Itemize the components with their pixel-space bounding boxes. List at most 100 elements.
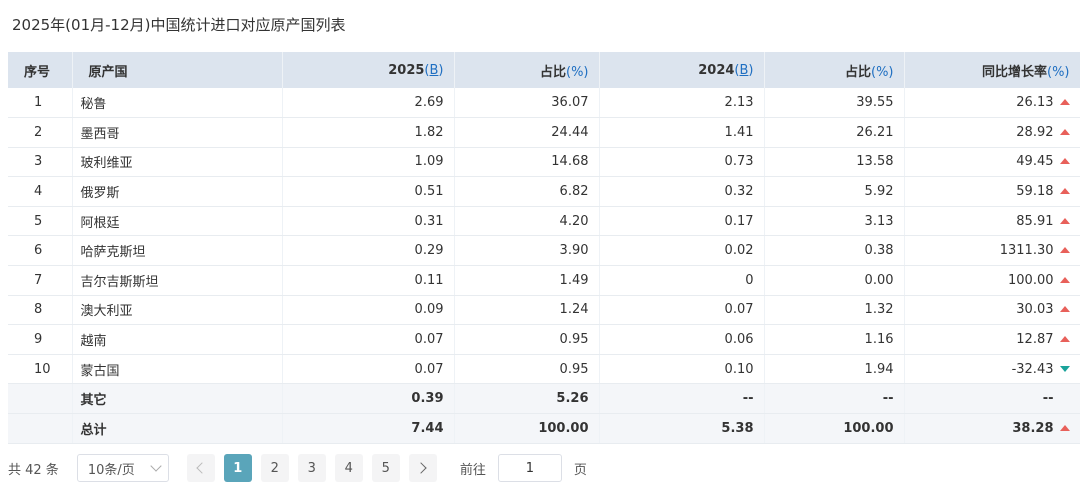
triangle-up-icon — [1059, 247, 1070, 254]
next-page-button[interactable] — [408, 454, 437, 482]
cell-value-2025: 1.09 — [282, 147, 455, 178]
cell-yoy-value: 26.13 — [1016, 95, 1054, 111]
triangle-up-icon — [1059, 158, 1070, 165]
cell-country: 秘鲁 — [72, 88, 283, 119]
cell-index: 6 — [8, 235, 73, 267]
cell-value-2025: 2.69 — [282, 88, 455, 119]
cell-share-2024: 1.32 — [764, 295, 905, 326]
table-row: 10 蒙古国 0.07 0.95 0.10 1.94 -32.43 — [8, 354, 1080, 385]
header-share-2025-label: 占比 — [539, 64, 566, 80]
prev-page-button[interactable] — [186, 454, 215, 482]
table-header-row: 序号 原产国 2025(B) 占比(%) 2024(B) 占比(%) 同比增长率… — [8, 52, 1080, 88]
chevron-left-icon — [196, 462, 208, 474]
cell-index: 8 — [8, 295, 73, 326]
table-row: 5 阿根廷 0.31 4.20 0.17 3.13 85.91 — [8, 206, 1080, 237]
cell-country: 玻利维亚 — [72, 147, 283, 178]
table-row: 8 澳大利亚 0.09 1.24 0.07 1.32 30.03 — [8, 295, 1080, 326]
header-value-2025: 2025(B) — [282, 52, 455, 88]
header-value-2024: 2024(B) — [599, 52, 765, 88]
triangle-up-icon — [1059, 217, 1070, 224]
cell-value-2024: 1.41 — [599, 117, 765, 148]
cell-index-empty — [8, 383, 73, 415]
cell-country: 俄罗斯 — [72, 176, 283, 207]
cell-share-2025: 3.90 — [454, 235, 600, 267]
cell-share-2025: 36.07 — [454, 88, 600, 119]
cell-share-2025: 24.44 — [454, 117, 600, 148]
cell-country: 越南 — [72, 324, 283, 355]
cell-share-2025: 0.95 — [454, 324, 600, 355]
cell-yoy: 59.18 — [904, 176, 1080, 207]
cell-share-2024: 0.38 — [764, 235, 905, 267]
cell-yoy: -32.43 — [904, 354, 1080, 385]
header-value-2025-year: 2025 — [388, 62, 425, 78]
cell-value-2024: 0.07 — [599, 295, 765, 326]
cell-yoy-value: 49.45 — [1016, 154, 1054, 170]
cell-share-2024: 1.94 — [764, 354, 905, 385]
cell-total-value-2025: 7.44 — [282, 413, 455, 444]
cell-value-2024: 0.06 — [599, 324, 765, 355]
cell-index: 1 — [8, 88, 73, 119]
cell-share-2024: 39.55 — [764, 88, 905, 119]
data-table: 序号 原产国 2025(B) 占比(%) 2024(B) 占比(%) 同比增长率… — [8, 52, 1080, 444]
header-value-2024-unit[interactable]: (B) — [734, 63, 753, 78]
cell-value-2025: 0.29 — [282, 235, 455, 267]
cell-yoy: 12.87 — [904, 324, 1080, 355]
cell-index: 5 — [8, 206, 73, 237]
total-row: 总计 7.44 100.00 5.38 100.00 38.28 — [8, 413, 1080, 444]
page-button-5[interactable]: 5 — [371, 454, 400, 482]
page-size-value: 10条/页 — [87, 462, 135, 478]
table-row: 9 越南 0.07 0.95 0.06 1.16 12.87 — [8, 324, 1080, 355]
page-size-select[interactable]: 10条/页 — [76, 454, 169, 482]
goto-label: 前往 — [459, 462, 486, 478]
cell-yoy-value: 12.87 — [1016, 332, 1054, 348]
cell-total-yoy: 38.28 — [904, 413, 1080, 444]
cell-yoy: 100.00 — [904, 265, 1080, 296]
unit-link-2024[interactable]: B — [740, 63, 749, 78]
header-yoy: 同比增长率(%) — [904, 52, 1080, 88]
cell-value-2024: 0.10 — [599, 354, 765, 385]
unit-percent-2025: % — [571, 64, 584, 80]
cell-country: 澳大利亚 — [72, 295, 283, 326]
cell-country: 墨西哥 — [72, 117, 283, 148]
cell-country: 蒙古国 — [72, 354, 283, 385]
cell-yoy-value: -32.43 — [1011, 361, 1054, 377]
cell-share-2025: 1.49 — [454, 265, 600, 296]
page-button-4[interactable]: 4 — [334, 454, 363, 482]
cell-value-2024: 0.32 — [599, 176, 765, 207]
cell-yoy-value: 100.00 — [1008, 272, 1054, 288]
header-share-2024-unit: (%) — [870, 64, 894, 80]
page-button-1[interactable]: 1 — [223, 454, 252, 482]
header-yoy-unit: (%) — [1046, 64, 1070, 80]
cell-total-yoy-value: 38.28 — [1012, 420, 1054, 436]
cell-value-2025: 0.31 — [282, 206, 455, 237]
chevron-right-icon — [415, 462, 427, 474]
triangle-up-icon — [1059, 336, 1070, 343]
cell-total-label: 总计 — [72, 413, 283, 444]
cell-yoy-value: 30.03 — [1016, 302, 1054, 318]
cell-share-2025: 0.95 — [454, 354, 600, 385]
cell-index: 2 — [8, 117, 73, 148]
cell-yoy-value: 85.91 — [1016, 213, 1054, 229]
page-button-2[interactable]: 2 — [260, 454, 289, 482]
cell-yoy-value: 28.92 — [1016, 124, 1054, 140]
triangle-up-icon — [1059, 99, 1070, 106]
cell-value-2025: 0.11 — [282, 265, 455, 296]
cell-value-2024: 0 — [599, 265, 765, 296]
unit-percent-yoy: % — [1052, 64, 1065, 80]
page-button-3[interactable]: 3 — [297, 454, 326, 482]
header-share-2025: 占比(%) — [454, 52, 600, 88]
goto-page-input[interactable]: 1 — [497, 454, 562, 482]
header-share-2024-label: 占比 — [844, 64, 871, 80]
triangle-down-icon — [1059, 365, 1070, 372]
cell-share-2024: 5.92 — [764, 176, 905, 207]
cell-yoy: 49.45 — [904, 147, 1080, 178]
header-value-2025-unit[interactable]: (B) — [424, 63, 443, 78]
cell-index: 3 — [8, 147, 73, 178]
cell-share-2024: 1.16 — [764, 324, 905, 355]
cell-index: 9 — [8, 324, 73, 355]
cell-other-share-2024: -- — [764, 383, 905, 415]
unit-link-2025[interactable]: B — [430, 63, 439, 78]
chevron-down-icon — [150, 460, 162, 472]
pagination: 共 42 条 10条/页 1 2 3 4 5 前往 1 页 — [8, 454, 587, 482]
cell-value-2025: 1.82 — [282, 117, 455, 148]
